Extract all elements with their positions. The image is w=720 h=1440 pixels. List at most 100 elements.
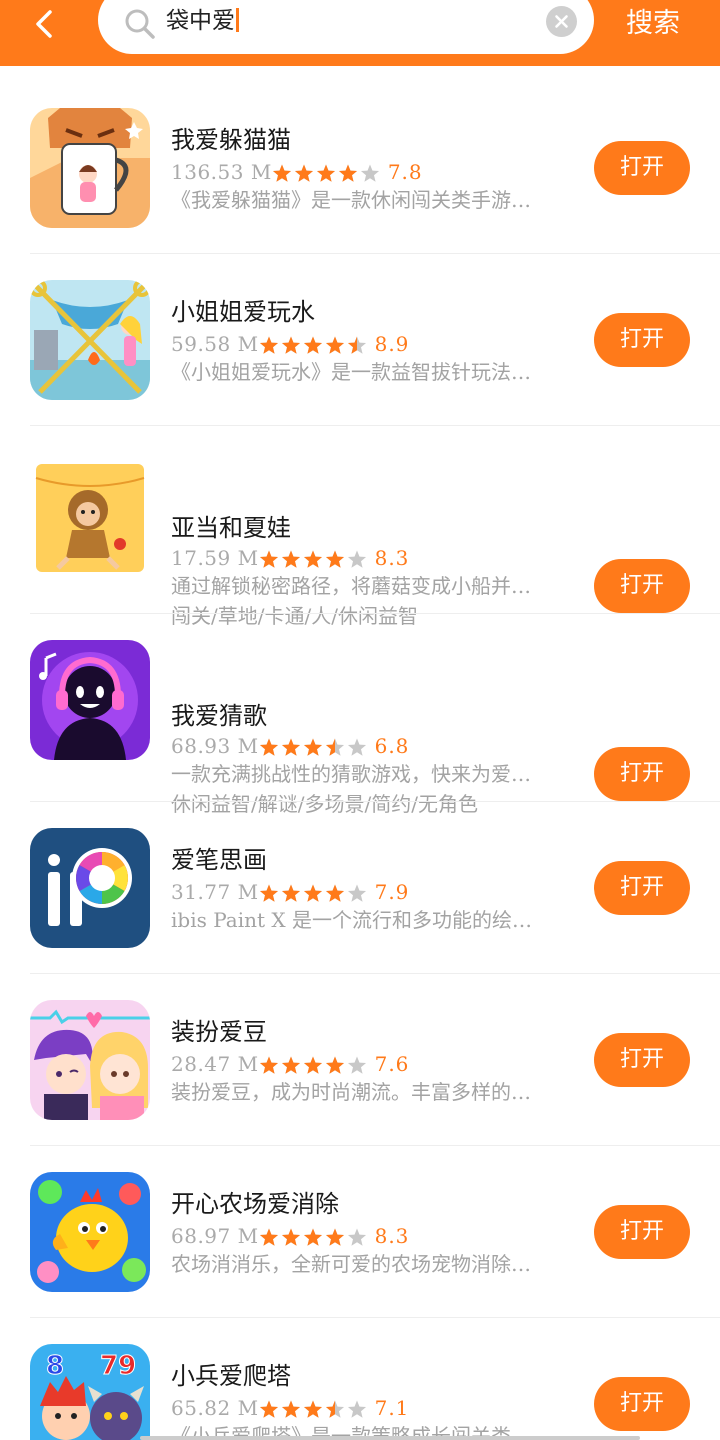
adam-eve-game-icon[interactable] (30, 458, 150, 578)
app-name: 我爱猜歌 (171, 702, 267, 730)
rating-score: 7.1 (374, 1396, 410, 1420)
app-size: 59.58 M (171, 332, 259, 356)
list-item[interactable]: 亚当和夏娃 17.59 M 8.3 通过解锁秘密路径，将蘑菇变成小船并… 闯关/草… (0, 426, 720, 628)
star-full-icon (272, 164, 291, 182)
dress-up-idol-icon[interactable] (30, 1000, 150, 1120)
star-empty-icon (347, 1228, 366, 1246)
svg-text:79: 79 (100, 1351, 136, 1381)
app-meta: 59.58 M 8.9 (171, 331, 409, 357)
ibis-paint-icon[interactable] (30, 828, 150, 948)
star-full-icon (294, 164, 313, 182)
open-button[interactable]: 打开 (594, 1033, 690, 1087)
app-size: 65.82 M (171, 1396, 259, 1420)
open-button[interactable]: 打开 (594, 1205, 690, 1259)
list-item[interactable]: 小姐姐爱玩水 59.58 M 8.9 《小姐姐爱玩水》是一款益智拔针玩法… 打开 (0, 254, 720, 426)
star-full-icon (281, 738, 300, 756)
close-icon (555, 15, 568, 28)
app-name: 装扮爱豆 (171, 1018, 267, 1046)
app-name: 小兵爱爬塔 (171, 1362, 291, 1390)
star-full-icon (325, 550, 344, 568)
rating-score: 7.8 (387, 160, 423, 184)
star-full-icon (281, 1056, 300, 1074)
app-size: 31.77 M (171, 880, 259, 904)
star-empty-icon (347, 1056, 366, 1074)
search-query-text: 袋中爱 (166, 8, 235, 34)
search-query[interactable]: 袋中爱 (166, 6, 239, 36)
rating-score: 7.6 (374, 1052, 410, 1076)
app-name: 爱笔思画 (171, 846, 267, 874)
app-description: 通过解锁秘密路径，将蘑菇变成小船并… (171, 574, 531, 598)
star-full-icon (259, 1400, 278, 1418)
star-full-icon (259, 550, 278, 568)
list-item[interactable]: 爱笔思画 31.77 M 7.9 ibis Paint X 是一个流行和多功能的绘… (0, 802, 720, 974)
star-empty-icon (347, 738, 366, 756)
open-button[interactable]: 打开 (594, 559, 690, 613)
open-button[interactable]: 打开 (594, 313, 690, 367)
app-name: 亚当和夏娃 (171, 514, 291, 542)
app-meta: 31.77 M 7.9 (171, 879, 409, 905)
star-rating (259, 335, 369, 355)
pin-puzzle-game-icon[interactable] (30, 280, 150, 400)
app-meta: 136.53 M 7.8 (171, 159, 423, 185)
open-button[interactable]: 打开 (594, 1377, 690, 1431)
star-full-icon (303, 1228, 322, 1246)
svg-text:8: 8 (46, 1351, 64, 1381)
music-guess-game-icon[interactable] (30, 640, 150, 760)
list-item[interactable]: 8 79 小兵爱爬塔 65.82 M 7.1 《小兵爱爬塔》是一款策略成长闯关类…… (0, 1318, 720, 1440)
tower-climb-game-icon[interactable]: 8 79 (30, 1344, 150, 1440)
search-button[interactable]: 搜索 (610, 6, 696, 42)
star-rating (259, 1399, 369, 1419)
star-rating (272, 163, 382, 183)
star-full-icon (259, 336, 278, 354)
list-item[interactable]: 装扮爱豆 28.47 M 7.6 装扮爱豆，成为时尚潮流。丰富多样的… 打开 (0, 974, 720, 1146)
top-bar: 袋中爱 搜索 (0, 0, 720, 66)
list-item[interactable]: 我爱猜歌 68.93 M 6.8 一款充满挑战性的猜歌游戏，快来为爱… 休闲益智/… (0, 614, 720, 816)
open-button[interactable]: 打开 (594, 141, 690, 195)
clear-search-button[interactable] (546, 6, 577, 37)
open-button[interactable]: 打开 (594, 861, 690, 915)
star-full-icon (281, 336, 300, 354)
star-full-icon (281, 884, 300, 902)
app-name: 小姐姐爱玩水 (171, 298, 315, 326)
star-full-icon (325, 1228, 344, 1246)
star-empty-icon (360, 164, 379, 182)
back-button[interactable] (26, 4, 66, 44)
app-size: 68.93 M (171, 734, 259, 758)
text-caret (236, 8, 239, 32)
search-input[interactable]: 袋中爱 (98, 0, 594, 54)
app-description: 《小姐姐爱玩水》是一款益智拔针玩法… (171, 360, 531, 384)
star-full-icon (325, 1056, 344, 1074)
star-full-icon (259, 1056, 278, 1074)
list-item[interactable]: 我爱躲猫猫 136.53 M 7.8 《我爱躲猫猫》是一款休闲闯关类手游… 打开 (0, 66, 720, 254)
app-size: 28.47 M (171, 1052, 259, 1076)
app-meta: 68.97 M 8.3 (171, 1223, 409, 1249)
app-size: 136.53 M (171, 160, 272, 184)
rating-score: 6.8 (374, 734, 410, 758)
farm-match-game-icon[interactable] (30, 1172, 150, 1292)
star-empty-icon (347, 884, 366, 902)
star-full-icon (325, 884, 344, 902)
app-description: 农场消消乐，全新可爱的农场宠物消除… (171, 1252, 531, 1276)
cat-mug-game-icon[interactable] (30, 108, 150, 228)
star-rating (259, 737, 369, 757)
open-button[interactable]: 打开 (594, 747, 690, 801)
star-full-icon (303, 738, 322, 756)
app-size: 17.59 M (171, 546, 259, 570)
star-empty-icon (347, 1400, 366, 1418)
star-full-icon (303, 550, 322, 568)
star-full-icon (281, 1400, 300, 1418)
star-rating (259, 1055, 369, 1075)
list-item[interactable]: 开心农场爱消除 68.97 M 8.3 农场消消乐，全新可爱的农场宠物消除… 打开 (0, 1146, 720, 1318)
star-full-icon (303, 884, 322, 902)
rating-score: 7.9 (374, 880, 410, 904)
star-full-icon (316, 164, 335, 182)
rating-score: 8.9 (374, 332, 410, 356)
rating-score: 8.3 (374, 546, 410, 570)
app-meta: 28.47 M 7.6 (171, 1051, 409, 1077)
app-name: 开心农场爱消除 (171, 1190, 339, 1218)
star-rating (259, 1227, 369, 1247)
scroll-indicator (140, 1436, 640, 1440)
star-full-icon (303, 1400, 322, 1418)
star-full-icon (303, 336, 322, 354)
star-full-icon (259, 884, 278, 902)
